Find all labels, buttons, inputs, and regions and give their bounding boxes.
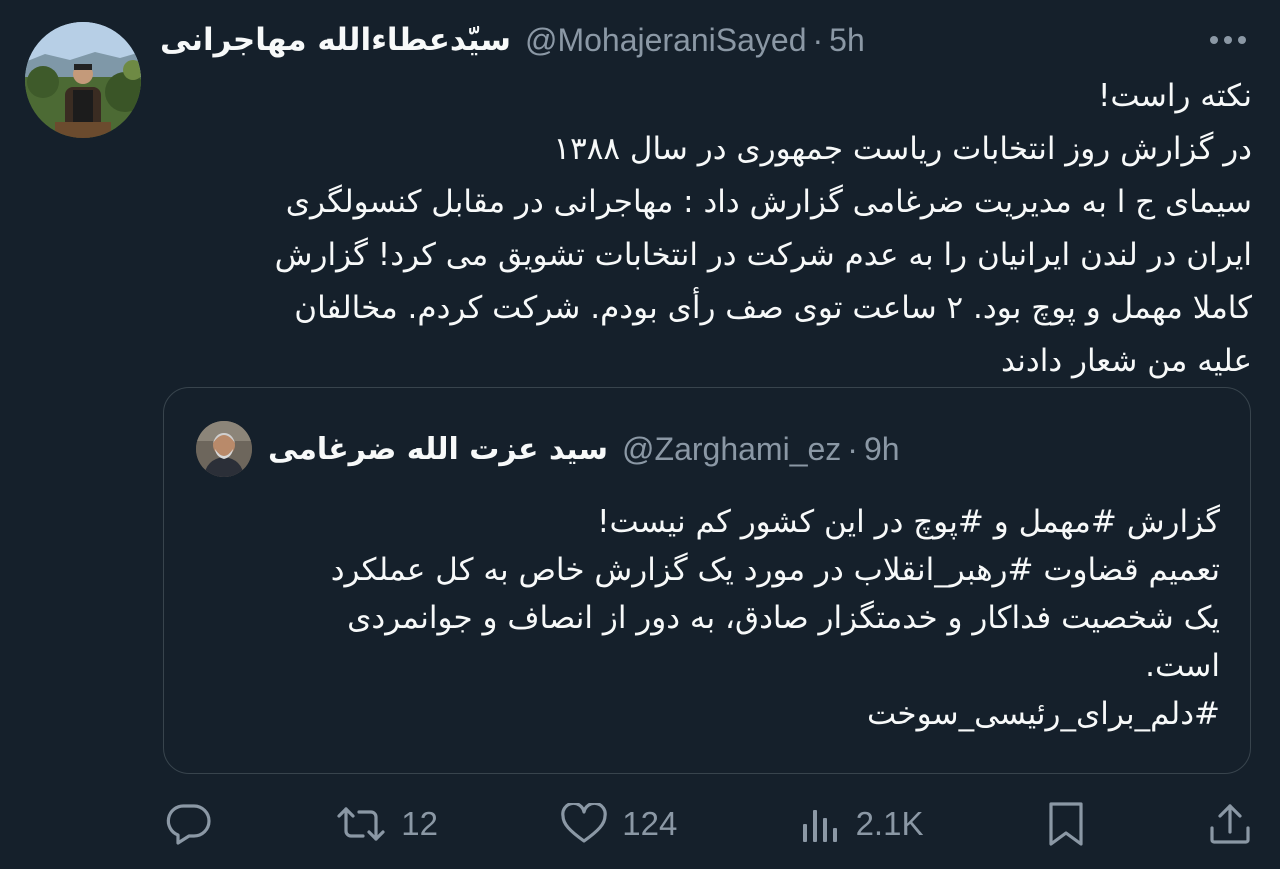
quoted-text-line: است. [1145, 648, 1220, 684]
quoted-text-line: گزارش #مهمل و #پوچ در این کشور کم نیست! [597, 504, 1220, 540]
quoted-tweet-text: گزارش #مهمل و #پوچ در این کشور کم نیست! … [194, 498, 1220, 738]
reply-button[interactable] [165, 802, 213, 846]
quoted-tweet-timestamp[interactable]: 9h [864, 431, 900, 468]
reply-icon [165, 802, 213, 846]
quoted-avatar-photo [196, 421, 252, 477]
bookmark-icon [1046, 801, 1086, 847]
tweet-text-line: سیمای ج ا به مدیریت ضرغامی گزارش داد : م… [285, 184, 1252, 220]
tweet-actions-bar: 12 124 2.1K [165, 795, 1252, 853]
author-avatar[interactable] [25, 22, 141, 138]
share-button[interactable] [1208, 802, 1252, 846]
author-display-name[interactable]: سیّدعطاءالله مهاجرانی [160, 22, 511, 58]
retweet-icon [335, 804, 387, 844]
more-options-button[interactable] [1206, 22, 1250, 58]
tweet-text-line: در گزارش روز انتخابات ریاست جمهوری در سا… [553, 131, 1252, 167]
more-icon [1210, 36, 1246, 44]
share-icon [1208, 802, 1252, 846]
tweet-text-line: علیه من شعار دادند [1001, 343, 1252, 379]
tweet-text: نکته راست! در گزارش روز انتخابات ریاست ج… [165, 70, 1252, 388]
tweet-card[interactable]: سیّدعطاءالله مهاجرانی @MohajeraniSayed ·… [0, 0, 1280, 869]
quoted-tweet-header: سید عزت الله ضرغامی @Zarghami_ez · 9h [196, 420, 1220, 478]
bookmark-button[interactable] [1046, 801, 1086, 847]
quoted-author-avatar[interactable] [196, 421, 252, 477]
avatar-photo [25, 22, 141, 138]
tweet-text-line: نکته راست! [1097, 78, 1252, 114]
quoted-text-line: تعمیم قضاوت #رهبر_انقلاب در مورد یک گزار… [330, 552, 1220, 588]
quoted-text-line: یک شخصیت فداکار و خدمتگزار صادق، به دور … [347, 600, 1220, 636]
tweet-timestamp[interactable]: 5h [829, 22, 865, 59]
like-count: 124 [622, 805, 678, 842]
tweet-text-line: ایران در لندن ایرانیان را به عدم شرکت در… [274, 237, 1252, 273]
views-count: 2.1K [855, 805, 924, 842]
quoted-tweet[interactable]: سید عزت الله ضرغامی @Zarghami_ez · 9h گز… [163, 387, 1251, 774]
views-button[interactable]: 2.1K [800, 804, 924, 844]
retweet-count: 12 [401, 805, 438, 842]
tweet-text-line: کاملا مهمل و پوچ بود. ۲ ساعت توی صف رأی … [294, 290, 1252, 326]
quoted-author-display-name[interactable]: سید عزت الله ضرغامی [268, 432, 608, 467]
like-button[interactable]: 124 [560, 803, 677, 845]
quoted-text-line: #دلم_برای_رئیسی_سوخت [866, 696, 1220, 732]
heart-icon [560, 803, 608, 845]
separator-dot: · [812, 21, 824, 58]
tweet-header: سیّدعطاءالله مهاجرانی @MohajeraniSayed ·… [160, 18, 1250, 62]
author-handle[interactable]: @MohajeraniSayed [525, 22, 807, 59]
separator-dot: · [847, 430, 858, 467]
views-icon [800, 804, 842, 844]
quoted-author-handle[interactable]: @Zarghami_ez [622, 431, 841, 468]
retweet-button[interactable]: 12 [335, 804, 438, 844]
